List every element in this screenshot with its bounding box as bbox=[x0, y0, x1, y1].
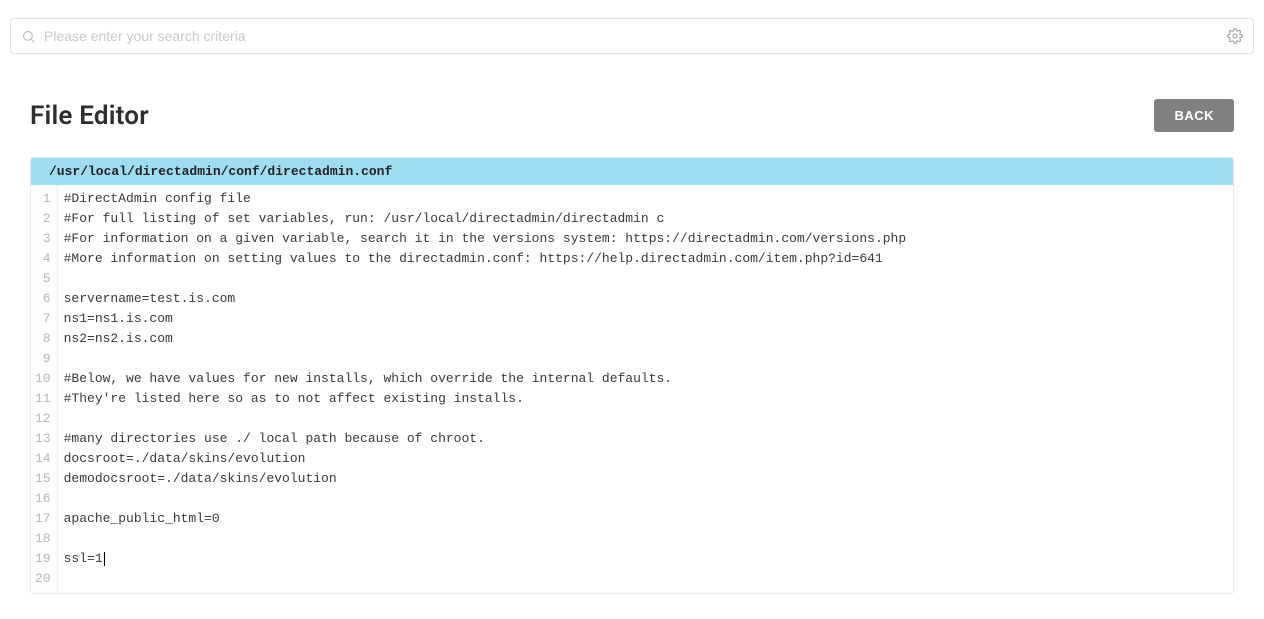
line-number: 3 bbox=[35, 229, 51, 249]
line-number: 1 bbox=[35, 189, 51, 209]
code-line[interactable] bbox=[64, 269, 1233, 289]
search-bar bbox=[10, 18, 1254, 54]
page-title: File Editor bbox=[30, 101, 149, 131]
code-line[interactable]: servername=test.is.com bbox=[64, 289, 1233, 309]
file-path: /usr/local/directadmin/conf/directadmin.… bbox=[31, 158, 1233, 185]
line-number: 8 bbox=[35, 329, 51, 349]
code-lines[interactable]: #DirectAdmin config file#For full listin… bbox=[58, 185, 1233, 593]
code-line[interactable] bbox=[64, 529, 1233, 549]
page-header: File Editor BACK bbox=[0, 54, 1264, 157]
line-number: 5 bbox=[35, 269, 51, 289]
text-cursor bbox=[104, 552, 105, 566]
line-number: 15 bbox=[35, 469, 51, 489]
code-line[interactable]: ns2=ns2.is.com bbox=[64, 329, 1233, 349]
code-line[interactable]: demodocsroot=./data/skins/evolution bbox=[64, 469, 1233, 489]
line-number: 14 bbox=[35, 449, 51, 469]
code-line[interactable]: #More information on setting values to t… bbox=[64, 249, 1233, 269]
code-line[interactable] bbox=[64, 489, 1233, 509]
line-number: 13 bbox=[35, 429, 51, 449]
code-line[interactable] bbox=[64, 349, 1233, 369]
code-line[interactable]: #They're listed here so as to not affect… bbox=[64, 389, 1233, 409]
back-button[interactable]: BACK bbox=[1154, 99, 1234, 132]
editor: /usr/local/directadmin/conf/directadmin.… bbox=[30, 157, 1234, 594]
line-number: 6 bbox=[35, 289, 51, 309]
code-line[interactable]: #For information on a given variable, se… bbox=[64, 229, 1233, 249]
line-number: 4 bbox=[35, 249, 51, 269]
code-line[interactable]: #Below, we have values for new installs,… bbox=[64, 369, 1233, 389]
gear-icon[interactable] bbox=[1227, 28, 1243, 44]
line-number: 17 bbox=[35, 509, 51, 529]
code-line[interactable]: #many directories use ./ local path beca… bbox=[64, 429, 1233, 449]
code-line[interactable]: #DirectAdmin config file bbox=[64, 189, 1233, 209]
code-line[interactable] bbox=[64, 569, 1233, 589]
line-number: 7 bbox=[35, 309, 51, 329]
line-number: 18 bbox=[35, 529, 51, 549]
code-line[interactable] bbox=[64, 409, 1233, 429]
code-area[interactable]: 1234567891011121314151617181920 #DirectA… bbox=[31, 185, 1233, 593]
search-input[interactable] bbox=[44, 28, 1227, 44]
line-number: 9 bbox=[35, 349, 51, 369]
line-number: 10 bbox=[35, 369, 51, 389]
line-number: 11 bbox=[35, 389, 51, 409]
search-icon bbox=[21, 29, 36, 44]
line-number: 12 bbox=[35, 409, 51, 429]
line-number: 19 bbox=[35, 549, 51, 569]
line-gutter: 1234567891011121314151617181920 bbox=[31, 185, 58, 593]
code-line[interactable]: apache_public_html=0 bbox=[64, 509, 1233, 529]
code-line[interactable]: docsroot=./data/skins/evolution bbox=[64, 449, 1233, 469]
code-line[interactable]: #For full listing of set variables, run:… bbox=[64, 209, 1233, 229]
line-number: 16 bbox=[35, 489, 51, 509]
code-line[interactable]: ssl=1 bbox=[64, 549, 1233, 569]
line-number: 2 bbox=[35, 209, 51, 229]
line-number: 20 bbox=[35, 569, 51, 589]
code-line[interactable]: ns1=ns1.is.com bbox=[64, 309, 1233, 329]
